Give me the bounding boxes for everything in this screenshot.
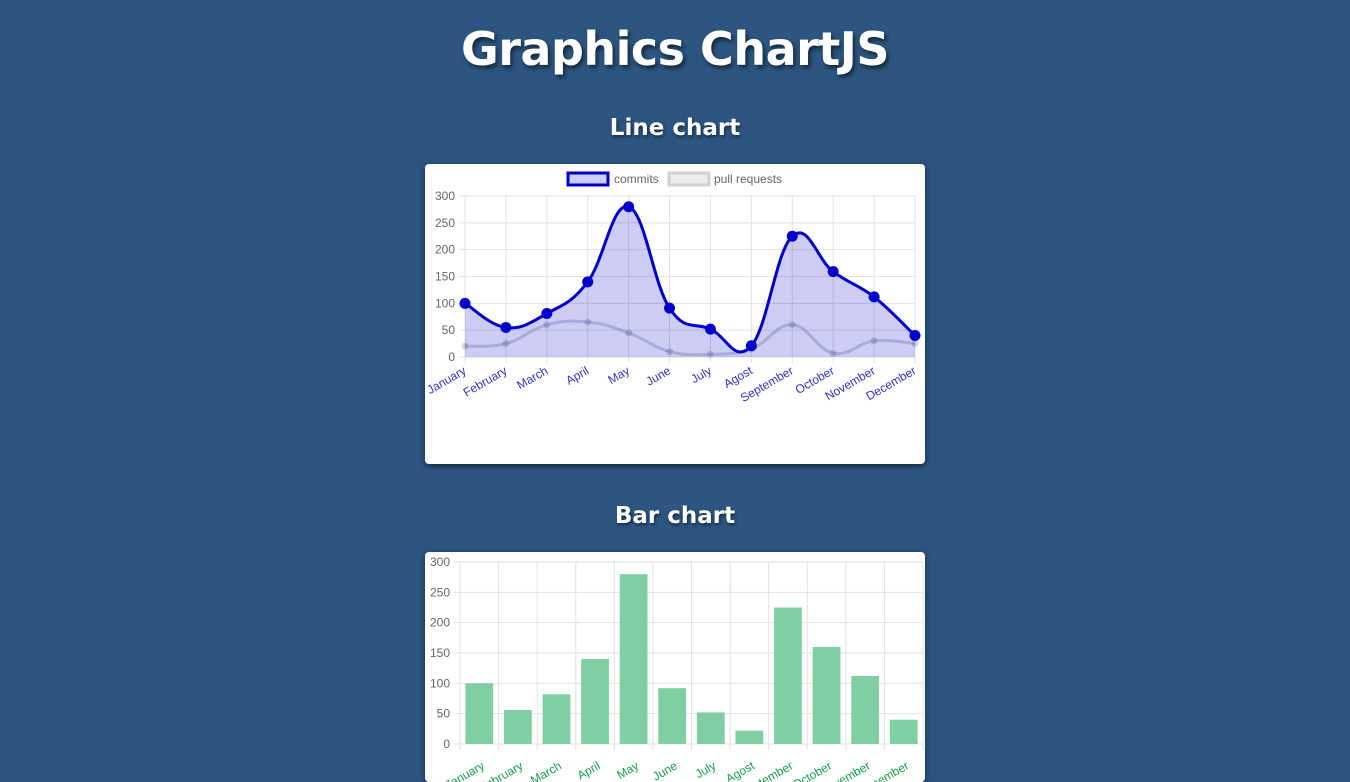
line-chart: 0 50 100 150 200 250 300 JanuaryFebruary March Ap…: [425, 171, 921, 405]
y-tick-label: 0: [448, 350, 455, 364]
page-title: Graphics ChartJS: [460, 22, 890, 76]
y-tick-label: 250: [430, 585, 450, 599]
bar: [619, 574, 648, 744]
legend-label-pull-requests: pull requests: [714, 172, 782, 186]
y-tick-label: 100: [435, 296, 455, 310]
x-tick-label: May: [614, 758, 641, 781]
data-point-commits: [786, 230, 798, 242]
y-tick-label: 50: [437, 707, 451, 721]
y-tick-label: 250: [435, 216, 455, 230]
data-point-commits: [704, 323, 716, 335]
x-tick-label: May: [606, 363, 633, 386]
bar: [735, 730, 764, 744]
data-point-commits: [500, 321, 512, 333]
data-point-commits: [459, 297, 471, 309]
bar: [465, 683, 494, 744]
data-point-commits: [541, 308, 553, 320]
line-chart-title: Line chart: [609, 115, 741, 141]
y-tick-label: 300: [430, 555, 450, 569]
data-point-commits: [582, 276, 594, 288]
bar: [774, 607, 802, 744]
bar: [889, 719, 918, 744]
y-tick-label: 300: [435, 189, 455, 203]
x-tick-label: March: [528, 758, 564, 782]
data-point-commits: [664, 302, 676, 314]
bar-chart-title: Bar chart: [614, 503, 736, 529]
y-tick-label: 100: [430, 676, 450, 690]
x-tick-label: February: [461, 363, 510, 399]
x-tick-label: April: [563, 363, 591, 387]
legend-swatch-pull-requests: [667, 171, 711, 187]
y-tick-label: 0: [443, 737, 450, 751]
data-point-commits: [745, 340, 757, 352]
y-tick-label: 200: [435, 243, 455, 257]
line-chart-card: 0 50 100 150 200 250 300 January February March Ap…: [425, 164, 925, 464]
bar: [851, 676, 880, 744]
x-tick-label: January: [443, 758, 487, 782]
legend-swatch-commits: [566, 171, 610, 187]
bar-chart-card: 0 50 100 150 200 250 300 January February March Ap…: [425, 552, 925, 782]
x-tick-label: March: [514, 363, 550, 392]
x-tick-label: June: [650, 758, 680, 782]
data-point-commits: [623, 201, 635, 213]
legend-label-commits: commits: [614, 172, 659, 186]
bar: [696, 712, 725, 744]
x-tick-label: April: [575, 758, 603, 782]
data-point-commits: [827, 266, 839, 278]
y-tick-label: 50: [442, 323, 456, 337]
bar: [658, 688, 687, 744]
x-tick-label: January: [425, 363, 469, 396]
x-tick-label: July: [693, 758, 718, 781]
x-tick-label: July: [688, 363, 713, 386]
bar: [503, 710, 532, 744]
data-point-commits: [868, 291, 880, 303]
bar-chart: 050100150200250300JanuaryFebruary March Ap…: [430, 555, 924, 782]
y-tick-label: 150: [435, 270, 455, 284]
y-tick-label: 150: [430, 646, 450, 660]
bar: [812, 646, 841, 744]
bar: [581, 659, 609, 744]
x-tick-label: June: [644, 363, 674, 388]
bar: [542, 694, 571, 744]
data-point-commits: [909, 330, 921, 342]
y-tick-label: 200: [430, 616, 450, 630]
x-tick-label: October: [790, 758, 834, 782]
